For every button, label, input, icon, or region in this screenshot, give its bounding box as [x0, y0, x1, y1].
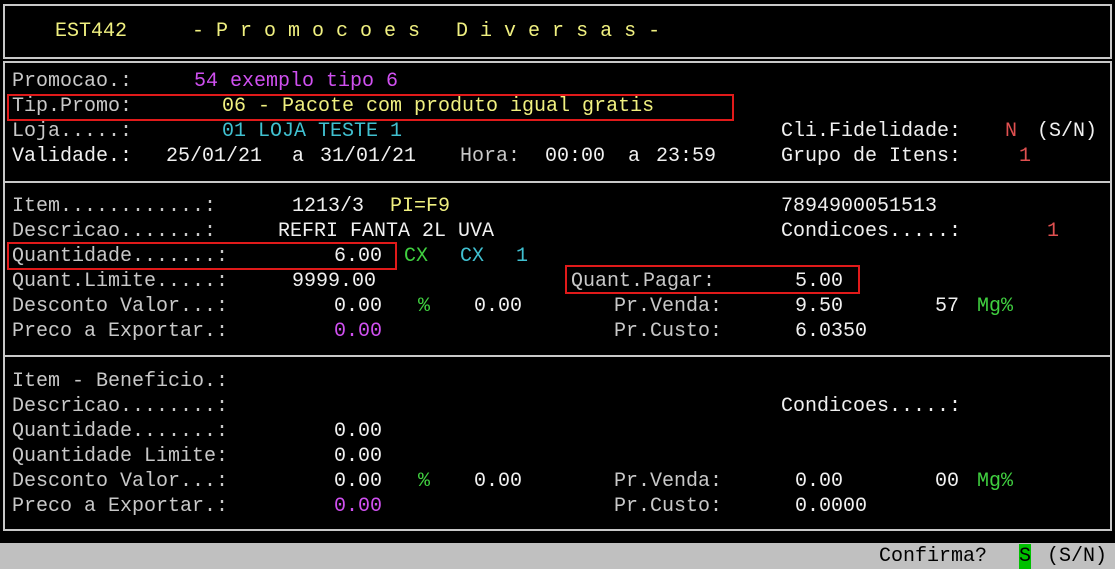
- quant-limite-value[interactable]: 9999.00: [292, 269, 376, 294]
- promocao-label: Promocao.:: [12, 70, 133, 93]
- descricao-label: Descricao.......:: [12, 220, 217, 243]
- hora-from[interactable]: 00:00: [545, 144, 605, 169]
- quantidade-value[interactable]: 6.00: [334, 244, 382, 269]
- quant-pagar-label: Quant.Pagar:: [571, 270, 716, 293]
- pr-custo-label: Pr.Custo:: [614, 320, 723, 343]
- tip-promo-label: Tip.Promo:: [12, 95, 133, 118]
- pr-venda-value: 9.50: [795, 295, 844, 318]
- beneficio-limite-value[interactable]: 0.00: [334, 444, 382, 469]
- grupo-itens-value[interactable]: 1: [1019, 144, 1031, 169]
- beneficio-pct-value[interactable]: 0.00: [474, 469, 522, 494]
- preco-exportar-value[interactable]: 0.00: [334, 319, 382, 344]
- validade-from[interactable]: 25/01/21: [166, 144, 262, 169]
- desconto-valor-label: Desconto Valor...:: [12, 295, 229, 318]
- loja-value[interactable]: 01 LOJA TESTE 1: [222, 119, 402, 144]
- loja-label: Loja.....:: [12, 120, 133, 143]
- cli-fidelidade-value[interactable]: N: [1005, 119, 1017, 144]
- quantidade-unit-qty: 1: [516, 245, 529, 268]
- quantidade-label: Quantidade.......:: [12, 245, 229, 268]
- item-barcode: 7894900051513: [781, 195, 938, 218]
- beneficio-quantidade-value[interactable]: 0.00: [334, 419, 382, 444]
- beneficio-margem-label: Mg%: [977, 470, 1014, 493]
- margem-value: 57: [935, 295, 960, 318]
- beneficio-venda-value: 0.00: [795, 470, 844, 493]
- beneficio-exportar-value[interactable]: 0.00: [334, 494, 382, 519]
- beneficio-item-label: Item - Beneficio.:: [12, 370, 229, 393]
- cli-fidelidade-label: Cli.Fidelidade:: [781, 120, 962, 143]
- item-pi: PI=F9: [390, 195, 451, 218]
- preco-exportar-label: Preco a Exportar.:: [12, 320, 229, 343]
- condicoes-label: Condicoes.....:: [781, 220, 962, 243]
- desconto-pct-symbol: %: [418, 295, 431, 318]
- beneficio-pct-symbol: %: [418, 470, 431, 493]
- beneficio-desconto-value[interactable]: 0.00: [334, 469, 382, 494]
- beneficio-exportar-label: Preco a Exportar.:: [12, 495, 229, 518]
- tip-promo-value[interactable]: 06 - Pacote com produto igual gratis: [222, 94, 654, 119]
- validade-to[interactable]: 31/01/21: [320, 144, 416, 169]
- item-label: Item............:: [12, 195, 217, 218]
- pr-custo-value: 6.0350: [795, 320, 868, 343]
- quant-pagar-value[interactable]: 5.00: [795, 269, 843, 294]
- beneficio-descricao-label: Descricao........:: [12, 395, 229, 418]
- confirma-options: (S/N): [1047, 545, 1108, 568]
- confirma-prompt: Confirma?: [879, 545, 988, 568]
- item-code[interactable]: 1213/3: [292, 194, 364, 219]
- beneficio-margem-value: 00: [935, 470, 960, 493]
- pr-venda-label: Pr.Venda:: [614, 295, 723, 318]
- beneficio-quantidade-label: Quantidade.......:: [12, 420, 229, 443]
- margem-label: Mg%: [977, 295, 1014, 318]
- beneficio-limite-label: Quantidade Limite:: [12, 445, 229, 468]
- promocao-value[interactable]: 54 exemplo tipo 6: [194, 69, 398, 94]
- beneficio-condicoes-label: Condicoes.....:: [781, 395, 962, 418]
- beneficio-venda-label: Pr.Venda:: [614, 470, 723, 493]
- desconto-pct-value[interactable]: 0.00: [474, 294, 522, 319]
- validade-label: Validade.:: [12, 145, 133, 168]
- cli-fidelidade-options: (S/N): [1037, 120, 1098, 143]
- screen-code: EST442: [55, 20, 128, 43]
- hora-sep: a: [628, 145, 641, 168]
- quantidade-unit-1: CX: [404, 245, 429, 268]
- grupo-itens-label: Grupo de Itens:: [781, 145, 962, 168]
- beneficio-custo-value: 0.0000: [795, 495, 868, 518]
- screen-title: - P r o m o c o e s D i v e r s a s -: [192, 20, 661, 43]
- quant-limite-label: Quant.Limite.....:: [12, 270, 229, 293]
- quantidade-unit-2: CX: [460, 245, 485, 268]
- condicoes-value[interactable]: 1: [1047, 219, 1059, 244]
- beneficio-custo-label: Pr.Custo:: [614, 495, 723, 518]
- confirma-input[interactable]: S: [1019, 544, 1032, 569]
- desconto-valor-value[interactable]: 0.00: [334, 294, 382, 319]
- validade-sep: a: [292, 145, 305, 168]
- hora-to[interactable]: 23:59: [656, 144, 716, 169]
- hora-label: Hora:: [460, 145, 521, 168]
- beneficio-desconto-label: Desconto Valor...:: [12, 470, 229, 493]
- descricao-value: REFRI FANTA 2L UVA: [278, 220, 495, 243]
